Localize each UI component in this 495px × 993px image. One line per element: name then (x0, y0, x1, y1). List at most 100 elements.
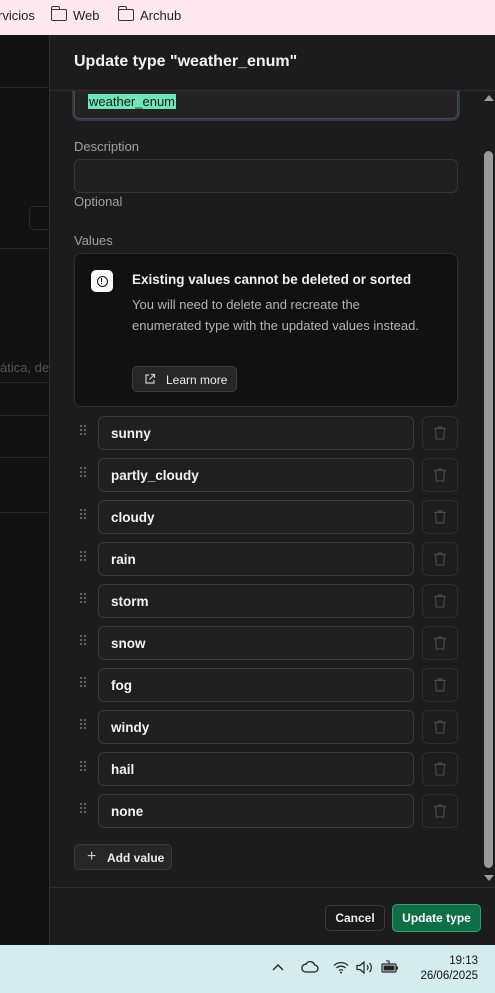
drag-handle-icon[interactable] (76, 591, 90, 605)
bookmark-label: Web (73, 7, 100, 23)
panel-footer: Cancel Update type (50, 887, 495, 945)
enum-value-row: hail (74, 752, 458, 786)
enum-value-text: rain (111, 552, 136, 567)
drag-handle-icon[interactable] (76, 423, 90, 437)
description-label: Description (74, 139, 140, 154)
enum-value-input[interactable]: windy (98, 710, 414, 744)
drag-handle-icon[interactable] (76, 801, 90, 815)
trash-icon (434, 720, 446, 734)
enum-value-input[interactable]: partly_cloudy (98, 458, 414, 492)
enum-value-text: fog (111, 678, 132, 693)
chevron-up-icon[interactable] (272, 963, 284, 971)
enum-value-input[interactable]: snow (98, 626, 414, 660)
backdrop-text: ática, de (0, 360, 49, 375)
delete-value-button[interactable] (422, 626, 458, 660)
enum-value-input[interactable]: storm (98, 584, 414, 618)
trash-icon (434, 678, 446, 692)
type-name-input[interactable]: weather_enum (74, 91, 458, 119)
delete-value-button[interactable] (422, 416, 458, 450)
description-input[interactable] (74, 159, 458, 193)
enum-value-text: hail (111, 762, 135, 777)
scroll-down-arrow[interactable] (484, 875, 494, 881)
info-alert: Existing values cannot be deleted or sor… (74, 253, 458, 407)
taskbar: 19:13 26/06/2025 (0, 945, 495, 993)
panel-scrollbar[interactable] (481, 91, 495, 887)
add-value-button[interactable]: + Add value (74, 844, 172, 870)
bookmark-label: rvicios (0, 7, 35, 23)
panel-title: Update type "weather_enum" (74, 53, 298, 70)
trash-icon (434, 426, 446, 440)
update-type-panel: Update type "weather_enum" weather_enum … (49, 35, 495, 945)
enum-value-text: sunny (111, 426, 151, 441)
type-name-value: weather_enum (88, 94, 176, 109)
speaker-icon[interactable] (356, 961, 374, 974)
drag-handle-icon[interactable] (76, 675, 90, 689)
trash-icon (434, 552, 446, 566)
delete-value-button[interactable] (422, 500, 458, 534)
drag-handle-icon[interactable] (76, 633, 90, 647)
drag-handle-icon[interactable] (76, 465, 90, 479)
external-link-icon (145, 373, 156, 384)
delete-value-button[interactable] (422, 752, 458, 786)
backdrop-button (29, 206, 49, 230)
trash-icon (434, 762, 446, 776)
panel-body: weather_enum Description Optional Values… (50, 91, 495, 887)
delete-value-button[interactable] (422, 794, 458, 828)
trash-icon (434, 636, 446, 650)
enum-value-text: cloudy (111, 510, 155, 525)
alert-circle-icon (91, 270, 113, 292)
folder-icon (50, 6, 67, 21)
wifi-icon[interactable] (333, 961, 349, 974)
enum-value-input[interactable]: sunny (98, 416, 414, 450)
alert-title: Existing values cannot be deleted or sor… (132, 272, 412, 287)
add-value-label: Add value (107, 851, 165, 865)
delete-value-button[interactable] (422, 710, 458, 744)
cancel-button[interactable]: Cancel (325, 905, 385, 931)
enum-value-row: none (74, 794, 458, 828)
folder-icon (117, 6, 134, 21)
enum-value-row: rain (74, 542, 458, 576)
enum-value-row: cloudy (74, 500, 458, 534)
drag-handle-icon[interactable] (76, 759, 90, 773)
bookmarks-bar: rvicios Web Archub (0, 0, 495, 35)
trash-icon (434, 510, 446, 524)
bookmark-web[interactable]: Web (50, 0, 100, 30)
values-label: Values (74, 233, 113, 248)
enum-value-input[interactable]: hail (98, 752, 414, 786)
drag-handle-icon[interactable] (76, 717, 90, 731)
trash-icon (434, 594, 446, 608)
enum-value-row: storm (74, 584, 458, 618)
plus-icon: + (87, 848, 97, 865)
panel-header: Update type "weather_enum" (50, 35, 495, 91)
enum-value-row: sunny (74, 416, 458, 450)
enum-value-input[interactable]: none (98, 794, 414, 828)
bookmark-archub[interactable]: Archub (117, 0, 181, 30)
enum-value-row: windy (74, 710, 458, 744)
delete-value-button[interactable] (422, 668, 458, 702)
delete-value-button[interactable] (422, 458, 458, 492)
clock-time: 19:13 (449, 955, 478, 967)
enum-value-row: partly_cloudy (74, 458, 458, 492)
update-type-button[interactable]: Update type (392, 904, 481, 932)
learn-more-label: Learn more (166, 373, 228, 387)
enum-value-input[interactable]: fog (98, 668, 414, 702)
enum-value-row: fog (74, 668, 458, 702)
cloud-icon[interactable] (301, 961, 319, 973)
page-backdrop: ática, de (0, 35, 49, 945)
delete-value-button[interactable] (422, 542, 458, 576)
delete-value-button[interactable] (422, 584, 458, 618)
trash-icon (434, 804, 446, 818)
learn-more-button[interactable]: Learn more (132, 366, 237, 392)
enum-value-input[interactable]: rain (98, 542, 414, 576)
system-clock[interactable]: 19:13 26/06/2025 (420, 954, 478, 984)
scroll-up-arrow[interactable] (484, 95, 494, 101)
enum-value-text: snow (111, 636, 146, 651)
enum-value-input[interactable]: cloudy (98, 500, 414, 534)
battery-icon[interactable] (381, 960, 399, 974)
drag-handle-icon[interactable] (76, 549, 90, 563)
scroll-thumb[interactable] (484, 151, 493, 868)
drag-handle-icon[interactable] (76, 507, 90, 521)
enum-value-row: snow (74, 626, 458, 660)
bookmark-servicios[interactable]: rvicios (0, 0, 35, 30)
enum-value-text: partly_cloudy (111, 468, 199, 483)
